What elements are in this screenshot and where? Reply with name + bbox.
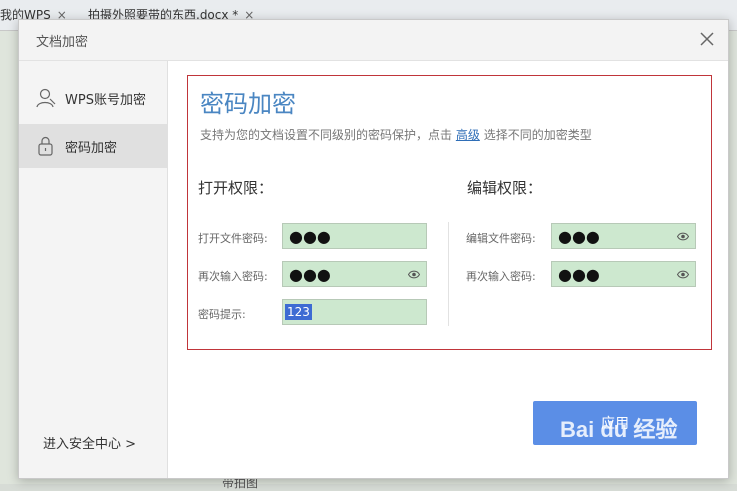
sidebar-item-password[interactable]: 密码加密 xyxy=(19,124,167,168)
sidebar: WPS账号加密 密码加密 进入安全中心 > xyxy=(19,61,168,478)
column-divider xyxy=(448,222,449,326)
password-panel: 密码加密 支持为您的文档设置不同级别的密码保护，点击 高级 选择不同的加密类型 … xyxy=(187,75,712,350)
password-value: ●●● xyxy=(558,265,600,284)
open-confirm-label: 再次输入密码: xyxy=(198,270,268,283)
edit-confirm-field[interactable]: ●●● xyxy=(551,261,696,287)
hint-value: 123 xyxy=(285,304,312,320)
close-icon[interactable] xyxy=(698,30,716,48)
eye-icon[interactable] xyxy=(677,269,689,280)
password-value: ●●● xyxy=(289,265,331,284)
edit-password-field[interactable]: ●●● xyxy=(551,223,696,249)
security-center-link[interactable]: 进入安全中心 > xyxy=(43,433,136,452)
advanced-link[interactable]: 高级 xyxy=(456,128,480,142)
baidu-watermark: Bai du 经验 xyxy=(560,417,678,442)
panel-subtitle: 支持为您的文档设置不同级别的密码保护，点击 高级 选择不同的加密类型 xyxy=(200,126,592,143)
edit-permission-title: 编辑权限： xyxy=(467,179,543,197)
edit-confirm-label: 再次输入密码: xyxy=(466,270,536,283)
dialog-title: 文档加密 xyxy=(36,35,89,50)
subtitle-text: 支持为您的文档设置不同级别的密码保护，点击 xyxy=(200,128,453,142)
eye-icon[interactable] xyxy=(677,231,689,242)
edit-password-label: 编辑文件密码: xyxy=(466,232,536,245)
sidebar-item-wps-account[interactable]: WPS账号加密 xyxy=(19,76,167,120)
open-password-label: 打开文件密码: xyxy=(198,232,268,245)
password-hint-label: 密码提示: xyxy=(198,308,246,321)
open-permission-title: 打开权限： xyxy=(198,179,274,197)
password-hint-field[interactable]: 123 xyxy=(282,299,427,325)
baidu-watermark-url: jingyan.baidu.com xyxy=(566,448,671,463)
lock-icon xyxy=(38,136,53,156)
open-password-field[interactable]: ●●● xyxy=(282,223,427,249)
open-confirm-field[interactable]: ●●● xyxy=(282,261,427,287)
dialog-header: 文档加密 xyxy=(19,20,728,61)
password-value: ●●● xyxy=(558,227,600,246)
eye-icon[interactable] xyxy=(408,269,420,280)
password-value: ●●● xyxy=(289,227,331,246)
sidebar-item-label: 密码加密 xyxy=(65,140,118,156)
subtitle-text: 选择不同的加密类型 xyxy=(483,128,592,142)
sidebar-item-label: WPS账号加密 xyxy=(65,92,146,108)
encrypt-dialog: 文档加密 WPS账号加密 密码加密 进入安全中心 > 密码加密 支持为您的文档设… xyxy=(18,19,729,479)
user-icon xyxy=(36,88,56,108)
panel-heading: 密码加密 xyxy=(200,90,296,118)
